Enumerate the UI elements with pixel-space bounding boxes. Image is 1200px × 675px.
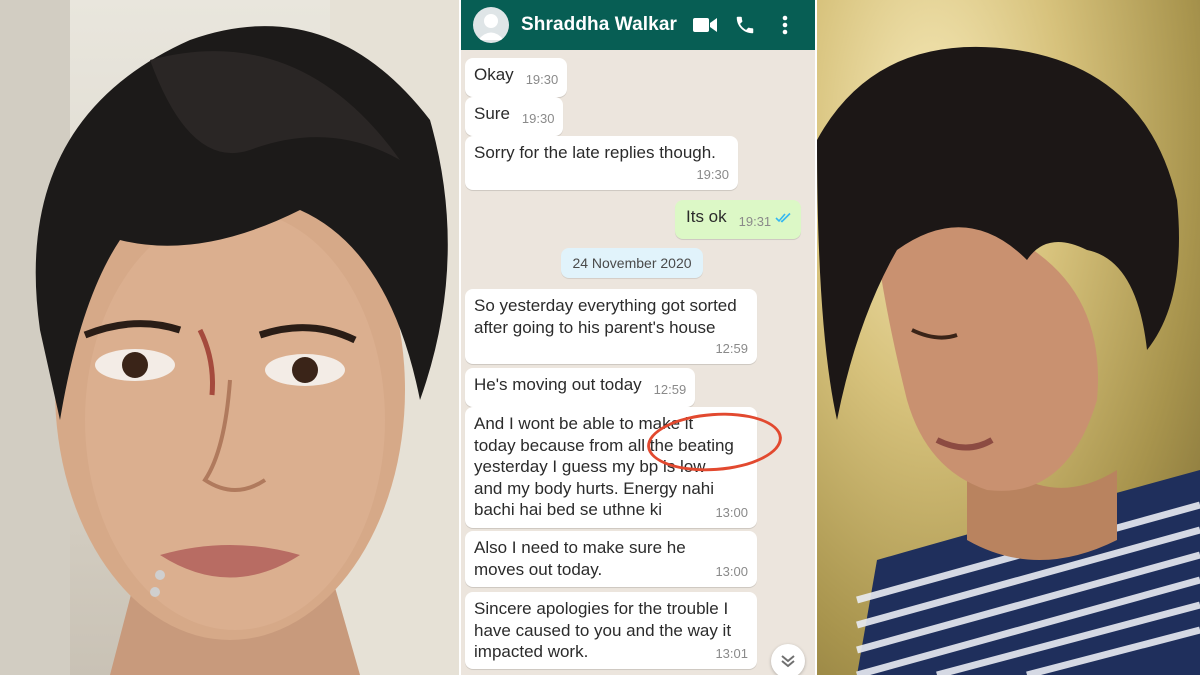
chat-screenshot: Shraddha Walkar Okay 19:30 Sure 19:30 So… — [459, 0, 817, 675]
message-time: 19:31 — [738, 214, 772, 229]
double-chevron-down-icon — [781, 655, 795, 668]
date-divider: 24 November 2020 — [561, 248, 703, 278]
message-time: 19:30 — [521, 111, 555, 126]
message-bubble[interactable]: Sincere apologies for the trouble I have… — [465, 592, 757, 669]
left-portrait-illustration — [0, 0, 459, 675]
message-list[interactable]: Okay 19:30 Sure 19:30 Sorry for the late r… — [461, 50, 815, 675]
message-text: Its ok — [686, 207, 727, 226]
voice-call-icon[interactable] — [725, 5, 765, 45]
message-text: Sincere apologies for the trouble I have… — [474, 599, 732, 661]
message-text: He's moving out today — [474, 375, 642, 394]
chat-header: Shraddha Walkar — [461, 0, 815, 50]
message-time: 19:30 — [696, 166, 729, 182]
message-bubble[interactable]: So yesterday everything got sorted after… — [465, 289, 757, 364]
message-text: Sorry for the late replies though. — [474, 143, 716, 162]
right-portrait-photo — [817, 0, 1200, 675]
message-text: Also I need to make sure he moves out to… — [474, 538, 686, 579]
message-text: Okay — [474, 65, 514, 84]
read-receipt-icon — [775, 207, 792, 229]
left-portrait-photo — [0, 0, 459, 675]
video-call-icon[interactable] — [685, 5, 725, 45]
message-text: Sure — [474, 104, 510, 123]
contact-name[interactable]: Shraddha Walkar — [521, 14, 685, 36]
message-bubble[interactable]: Also I need to make sure he moves out to… — [465, 531, 757, 587]
message-bubble[interactable]: Sorry for the late replies though. 19:30 — [465, 136, 738, 190]
message-bubble[interactable]: Okay 19:30 — [465, 58, 568, 97]
message-bubble[interactable]: He's moving out today 12:59 — [465, 368, 696, 407]
outgoing-message-bubble[interactable]: Its ok 19:31 — [675, 200, 802, 239]
scroll-to-bottom-button[interactable] — [771, 644, 805, 675]
message-time: 13:00 — [715, 563, 748, 579]
right-portrait-illustration — [817, 46, 1200, 675]
message-text: So yesterday everything got sorted after… — [474, 296, 737, 337]
message-time: 19:30 — [525, 72, 559, 87]
message-time: 13:00 — [715, 504, 748, 520]
message-time: 12:59 — [653, 382, 687, 397]
message-time: 13:01 — [715, 645, 748, 661]
message-time: 12:59 — [715, 340, 748, 356]
message-bubble[interactable]: Sure 19:30 — [465, 97, 564, 136]
avatar-icon[interactable] — [473, 7, 509, 43]
more-options-icon[interactable] — [765, 5, 805, 45]
